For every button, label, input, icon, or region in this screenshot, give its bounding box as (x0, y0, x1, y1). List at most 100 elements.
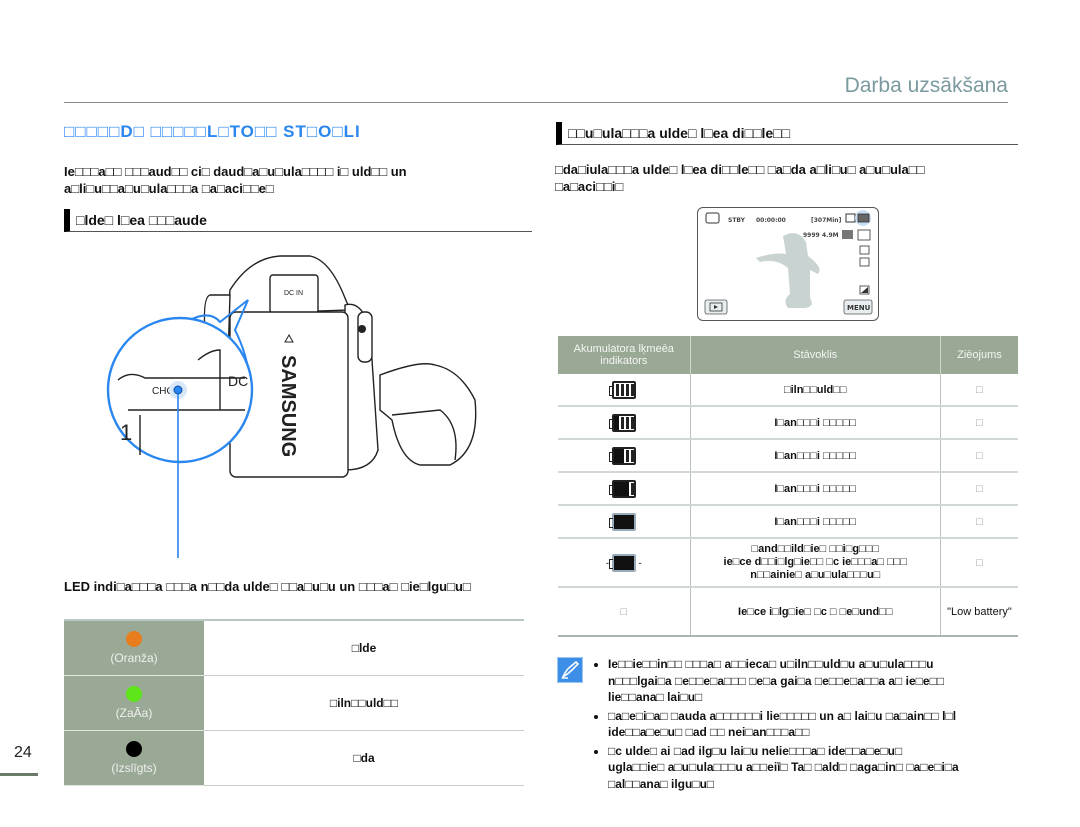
col-header-status: Stāvoklis (690, 336, 941, 374)
status-cell: □and□□ild□ie□ □□i□g□□□ ie□ce d□□i□lg□ie□… (690, 538, 941, 588)
lcd-resolution: 4.9M (822, 232, 839, 239)
note-pencil-icon (557, 657, 583, 683)
status-cell: I□an□□□i □□□□□ (690, 472, 941, 506)
battery-row: I□an□□□i □□□□□ □ (558, 439, 1018, 473)
led-status: □lde (204, 620, 524, 676)
status-cell: I□an□□□i □□□□□ (690, 505, 941, 539)
note-line: n□□□lgai□a □e□□e□a□□□ □e□a gai□a □e□□e□a… (608, 673, 945, 688)
left-intro-line: Ie□□□a□□ □□□aud□□ ci□ daud□a□u□ula□□□□ i… (64, 164, 407, 179)
header-divider (64, 102, 1008, 103)
stabilizer-icon (859, 245, 870, 255)
charging-check-heading: □lde□ l□ea □□□aude (64, 209, 532, 232)
led-row-off: (Izslīgts) □da (64, 730, 524, 786)
status-cell: I□an□□□i □□□□□ (690, 406, 941, 440)
note-item: Ie□□ie□□in□□ □□□a□ a□□ieca□ u□iln□□uld□u… (608, 656, 1080, 706)
led-dot-green-icon (126, 686, 142, 702)
note-line: □a□e□i□a□ □auda a□□□□□□i lie□□□□□ un a□ … (608, 708, 957, 723)
battery-row: □iln□□uld□□ □ (558, 374, 1018, 407)
battery-row: I□an□□□i □□□□□ □ (558, 406, 1018, 440)
note-line: Ie□□ie□□in□□ □□□a□ a□□ieca□ u□iln□□uld□u… (608, 657, 934, 671)
message-cell: □ (940, 505, 1018, 539)
message-cell: □ (940, 538, 1018, 588)
note-item: □a□e□i□a□ □auda a□□□□□□i lie□□□□□ un a□ … (608, 708, 1080, 741)
lcd-menu-label: MENU (847, 304, 871, 312)
note-line: □c ulde□ ai □ad ilg□u lai□u nelie□□□a□ i… (608, 743, 903, 758)
battery-display-heading: □□u□ula□□□a ulde□ l□ea di□□le□□ (556, 122, 1018, 145)
chg-led-icon (173, 385, 183, 395)
led-indicator-caption: LED indi□a□□□a □□□a n□□da ulde□ □□a□u□u … (64, 579, 471, 594)
battery-25-icon (608, 479, 636, 498)
led-color-cell: (Izslīgts) (64, 730, 204, 786)
status-line: □and□□ild□ie□ □□i□g□□□ (751, 543, 879, 555)
battery-empty-icon (608, 512, 636, 531)
led-color-name: (Izslīgts) (111, 761, 157, 775)
full-hd-icon (857, 229, 871, 241)
message-cell: "Low battery" (940, 587, 1018, 637)
led-status-table: (Oranža) □lde (ZaĀa) □iln□□uld□□ (Izslīg… (64, 619, 524, 786)
left-intro-line: a□li□u□□a□u□ula□□□a □a□aci□□e□ (64, 181, 274, 196)
led-color-name: (ZaĀa) (115, 706, 153, 720)
status-cell: □iln□□uld□□ (690, 374, 941, 407)
indicator-cell (558, 505, 691, 539)
led-color-cell: (Oranža) (64, 620, 204, 676)
right-intro: □da□iula□□□a ulde□ l□ea di□□le□□ □a□da a… (555, 161, 1075, 195)
battery-row: I□an□□□i □□□□□ □ (558, 472, 1018, 506)
col-header-indicator: Akumulatora lķmeēa indikators (558, 336, 691, 374)
lcd-mode: STBY (728, 217, 746, 224)
message-cell: □ (940, 374, 1018, 407)
note-line: ugla□□ie□ a□u□ula□□□u a□□eiī□ Ta□ □ald□ … (608, 760, 959, 774)
note-line: lie□□ana□ lai□u□ (608, 690, 703, 704)
skater-silhouette (756, 233, 820, 308)
lcd-timecode: 00:00:00 (756, 217, 786, 224)
note-line: □al□□ana□ ilgu□u□ (608, 776, 715, 791)
battery-level-table: Akumulatora lķmeēa indikators Stāvoklis … (558, 336, 1018, 637)
right-intro-line: □da□iula□□□a ulde□ l□ea di□□le□□ □a□da a… (555, 162, 925, 177)
col-header-message: Ziēojums (940, 336, 1018, 374)
battery-full-icon (608, 380, 636, 399)
indicator-cell: - - (558, 538, 691, 588)
battery-row: - - □and□□ild□ie□ □□i□g□□□ ie□ce d□□i□lg… (558, 538, 1018, 588)
battery-75-icon (608, 413, 636, 432)
lcd-remaining: [307Min] (811, 217, 842, 224)
battery-blinking-icon (608, 553, 636, 572)
message-cell: □ (940, 406, 1018, 440)
scene-icon (859, 257, 870, 267)
led-status: □iln□□uld□□ (204, 675, 524, 731)
status-line: n□□ainie□ a□u□ula□□□u□ (750, 569, 881, 581)
lcd-screen-illustration: STBY 00:00:00 [307Min] 9999 4.9M MENU (697, 207, 879, 321)
memory-card-icon (845, 213, 856, 223)
battery-table-header: Akumulatora lķmeēa indikators Stāvoklis … (558, 336, 1018, 374)
left-intro: Ie□□□a□□ □□□aud□□ ci□ daud□a□u□ula□□□□ i… (64, 163, 604, 197)
page-title: □□□□□D□ □□□□□L□TO□□ ST□O□LI (64, 122, 361, 141)
dc-in-label: DC IN (284, 290, 303, 297)
led-color-cell: (ZaĀa) (64, 675, 204, 731)
led-dot-off-icon (126, 741, 142, 757)
right-intro-line: □a□aci□□i□ (555, 179, 624, 194)
indicator-cell (558, 374, 691, 407)
led-row-green: (ZaĀa) □iln□□uld□□ (64, 675, 524, 731)
indicator-cell (558, 406, 691, 440)
led-color-name: (Oranža) (110, 651, 158, 665)
side-button-dot (358, 325, 366, 333)
note-item: □c ulde□ ai □ad ilg□u lai□u nelie□□□a□ i… (608, 743, 1080, 793)
indicator-cell (558, 472, 691, 506)
page-number-bar (0, 773, 38, 776)
lcd-battery-icon (857, 213, 870, 223)
note-line: ide□□a□e□u□ □ad □□ nei□an□□□a□□ (608, 725, 810, 739)
svg-text:1: 1 (120, 420, 132, 445)
indicator-cell: □ (558, 587, 691, 637)
message-cell: □ (940, 439, 1018, 473)
battery-50-icon (608, 446, 636, 465)
lcd-count: 9999 (803, 232, 820, 239)
message-cell: □ (940, 472, 1018, 506)
side-button (357, 311, 373, 363)
battery-row: □ Ie□ce i□lg□ie□ □c □ □e□und□□ "Low batt… (558, 587, 1018, 637)
camera-mode-icon (705, 212, 720, 224)
led-dot-orange-icon (126, 631, 142, 647)
status-cell: Ie□ce i□lg□ie□ □c □ □e□und□□ (690, 587, 941, 637)
page-section-header: Darba uzsākšana (844, 74, 1008, 97)
camcorder-illustration: DC IN SAMSUNG CHG DC 1 (106, 255, 477, 558)
page-number: 24 (14, 744, 32, 761)
status-cell: I□an□□□i □□□□□ (690, 439, 941, 473)
led-status: □da (204, 730, 524, 786)
